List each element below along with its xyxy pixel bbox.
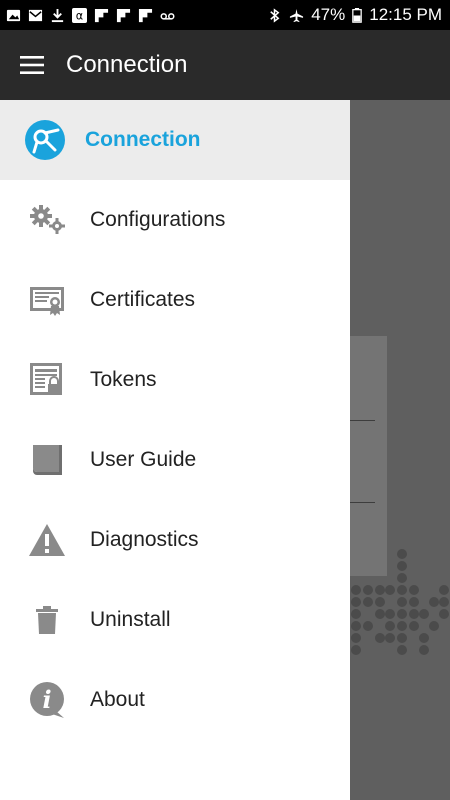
- mail-notification-icon: [28, 9, 43, 21]
- background-divider: [350, 420, 375, 421]
- drawer-item-uninstall[interactable]: Uninstall: [0, 580, 350, 660]
- drawer-item-certificates[interactable]: Certificates: [0, 260, 350, 340]
- gears-icon: [30, 205, 65, 234]
- connection-logo-icon: [25, 120, 65, 160]
- app-toolbar: Connection: [0, 30, 450, 100]
- background-scrim[interactable]: [350, 100, 450, 800]
- drawer-item-configurations[interactable]: Configurations: [0, 180, 350, 260]
- background-divider: [350, 502, 375, 503]
- trash-icon: [36, 606, 58, 634]
- background-dot-pattern: [351, 549, 449, 655]
- drawer-item-label: Certificates: [90, 288, 196, 311]
- svg-text:i: i: [42, 685, 51, 714]
- menu-button[interactable]: [0, 30, 64, 100]
- drawer-item-about[interactable]: i About: [0, 660, 350, 740]
- drawer-item-tokens[interactable]: Tokens: [0, 340, 350, 420]
- background-card: [350, 336, 387, 576]
- system-icons: 47% 12:15 PM: [267, 5, 442, 25]
- info-icon: i: [30, 682, 64, 718]
- voicemail-icon: [160, 12, 175, 20]
- battery-icon: [352, 7, 363, 23]
- drawer-item-label: About: [90, 688, 145, 711]
- image-notification-icon: [6, 9, 21, 21]
- warning-icon: [29, 524, 65, 556]
- svg-text:α: α: [76, 9, 83, 22]
- bluetooth-icon: [270, 7, 280, 23]
- hamburger-icon: [20, 56, 44, 74]
- book-icon: [33, 445, 62, 475]
- drawer-item-label: Configurations: [90, 208, 226, 231]
- toolbar-title: Connection: [66, 51, 188, 78]
- drawer-item-label: Connection: [85, 128, 201, 151]
- drawer-item-label: Diagnostics: [90, 528, 199, 551]
- token-lock-icon: [30, 363, 62, 395]
- navigation-drawer: Connection Configurations Certificates T…: [0, 100, 350, 800]
- notification-icons: α: [6, 7, 175, 23]
- drawer-item-user-guide[interactable]: User Guide: [0, 420, 350, 500]
- drawer-item-connection[interactable]: Connection: [0, 100, 350, 180]
- battery-percentage: 47%: [311, 5, 346, 24]
- drawer-item-label: Uninstall: [90, 608, 171, 631]
- download-icon: [51, 8, 64, 22]
- clock: 12:15 PM: [369, 5, 442, 24]
- drawer-item-label: Tokens: [90, 368, 157, 391]
- drawer-item-label: User Guide: [90, 448, 197, 471]
- flipboard-icon-3: [138, 8, 153, 22]
- drawer-item-diagnostics[interactable]: Diagnostics: [0, 500, 350, 580]
- certificate-icon: [30, 287, 64, 316]
- alpha-app-icon: α: [72, 7, 87, 23]
- airplane-mode-icon: [290, 8, 304, 22]
- flipboard-icon: [94, 8, 109, 22]
- status-bar: α 47% 12:15 PM: [0, 0, 450, 30]
- flipboard-icon-2: [116, 8, 131, 22]
